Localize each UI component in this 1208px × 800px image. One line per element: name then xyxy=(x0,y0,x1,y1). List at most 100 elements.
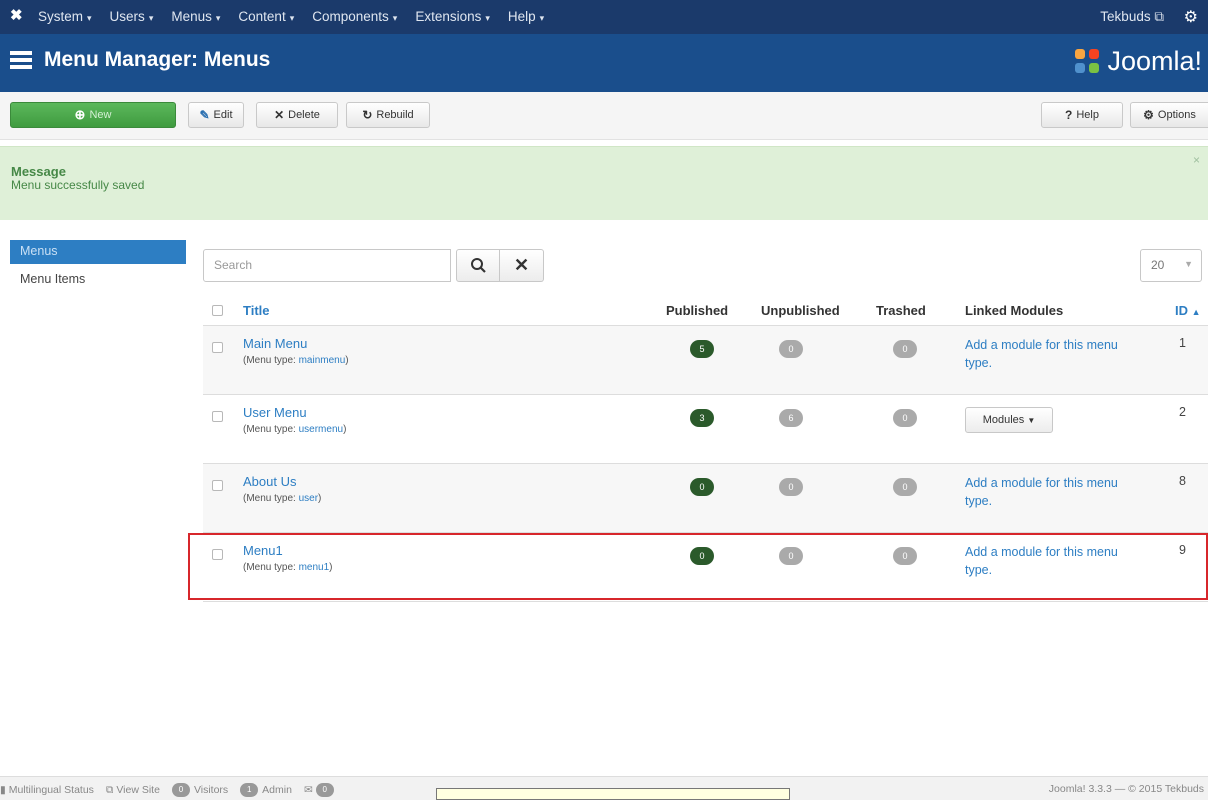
sort-desc-icon: ▲ xyxy=(1191,307,1201,317)
view-site-link[interactable]: ⧉ View Site xyxy=(106,784,160,797)
row-id: 1 xyxy=(1179,336,1186,350)
plus-circle-icon: ⊕ xyxy=(74,107,86,122)
list-icon xyxy=(10,51,32,73)
menu-title-link[interactable]: User Menu xyxy=(243,405,307,420)
published-count-badge[interactable]: 5 xyxy=(690,340,714,358)
menu-content[interactable]: Content ▾ xyxy=(238,9,294,24)
joomla-brand: Joomla! xyxy=(1075,46,1202,77)
row-checkbox[interactable] xyxy=(212,549,223,560)
row-checkbox[interactable] xyxy=(212,342,223,353)
rebuild-button[interactable]: ↻ Rebuild xyxy=(346,102,430,128)
close-icon[interactable]: × xyxy=(1193,153,1200,167)
unpublished-count-badge[interactable]: 0 xyxy=(779,340,803,358)
gear-icon: ⚙ xyxy=(1143,108,1154,122)
sidebar-item-menus[interactable]: Menus xyxy=(10,240,186,264)
unpublished-column-header: Unpublished xyxy=(761,303,840,318)
add-module-link[interactable]: Add a module for this menu type. xyxy=(965,543,1135,579)
published-count-badge[interactable]: 0 xyxy=(690,547,714,565)
menu-type: (Menu type: menu1) xyxy=(243,562,333,573)
trashed-column-header: Trashed xyxy=(876,303,926,318)
caret-down-icon: ▾ xyxy=(87,13,92,23)
delete-button[interactable]: ✕ Delete xyxy=(256,102,338,128)
caret-down-icon: ▾ xyxy=(485,13,490,23)
add-module-link[interactable]: Add a module for this menu type. xyxy=(965,336,1135,372)
tooltip xyxy=(436,788,790,800)
list-limit-select[interactable]: 20 ▼ xyxy=(1140,249,1202,282)
row-id: 8 xyxy=(1179,474,1186,488)
admin-count: 1 Admin xyxy=(240,783,292,797)
status-left: ▮ Multilingual Status ⧉ View Site 0 Visit… xyxy=(0,783,350,797)
flag-icon: ▮ xyxy=(0,784,6,796)
id-column-header[interactable]: ID ▲ xyxy=(1175,303,1201,318)
row-checkbox[interactable] xyxy=(212,411,223,422)
menu-components[interactable]: Components ▾ xyxy=(312,9,397,24)
message-heading: Message xyxy=(11,164,66,179)
close-icon: ✕ xyxy=(513,255,530,275)
question-icon: ? xyxy=(1065,108,1073,122)
page-header: Menu Manager: Menus Joomla! xyxy=(0,34,1208,92)
user-link[interactable]: Tekbuds ⧉ xyxy=(1100,9,1164,25)
menu-type: (Menu type: user) xyxy=(243,493,322,504)
menu-title-link[interactable]: Main Menu xyxy=(243,336,307,351)
caret-down-icon: ▾ xyxy=(539,13,545,23)
published-count-badge[interactable]: 0 xyxy=(690,478,714,496)
page-title: Menu Manager: Menus xyxy=(44,48,271,71)
table-row: Menu1 (Menu type: menu1) 0 0 0 Add a mod… xyxy=(203,533,1208,602)
edit-icon: ✎ xyxy=(199,108,210,122)
joomla-logo-icon[interactable]: ✖ xyxy=(10,8,26,24)
delete-icon: ✕ xyxy=(274,108,285,122)
title-column-header[interactable]: Title xyxy=(243,303,270,318)
table-header: Title Published Unpublished Trashed Link… xyxy=(203,293,1208,326)
row-id: 2 xyxy=(1179,405,1186,419)
add-module-link[interactable]: Add a module for this menu type. xyxy=(965,474,1135,510)
success-message: Message Menu successfully saved × xyxy=(0,146,1208,220)
refresh-icon: ↻ xyxy=(362,108,373,122)
row-id: 9 xyxy=(1179,543,1186,557)
external-link-icon: ⧉ xyxy=(1154,9,1164,24)
sidebar-item-menu-items[interactable]: Menu Items xyxy=(20,272,85,286)
menu-help[interactable]: Help ▾ xyxy=(508,9,544,24)
linked-modules-column-header: Linked Modules xyxy=(965,303,1064,318)
select-all-checkbox[interactable] xyxy=(212,305,223,316)
trashed-count-badge[interactable]: 0 xyxy=(893,409,917,427)
unpublished-count-badge[interactable]: 0 xyxy=(779,478,803,496)
table-row: About Us (Menu type: user) 0 0 0 Add a m… xyxy=(203,464,1208,533)
modules-dropdown-button[interactable]: Modules ▼ xyxy=(965,407,1053,433)
help-button[interactable]: ? Help xyxy=(1041,102,1123,128)
menu-type: (Menu type: usermenu) xyxy=(243,424,347,435)
row-checkbox[interactable] xyxy=(212,480,223,491)
table-row: User Menu (Menu type: usermenu) 3 6 0 Mo… xyxy=(203,395,1208,464)
menu-title-link[interactable]: About Us xyxy=(243,474,296,489)
trashed-count-badge[interactable]: 0 xyxy=(893,547,917,565)
toolbar: ⊕ New ✎ Edit ✕ Delete ↻ Rebuild ? Help ⚙ Optio… xyxy=(0,92,1208,140)
trashed-count-badge[interactable]: 0 xyxy=(893,340,917,358)
new-button[interactable]: ⊕ New xyxy=(10,102,176,128)
trashed-count-badge[interactable]: 0 xyxy=(893,478,917,496)
visitors-count: 0 Visitors xyxy=(171,783,228,797)
clear-button[interactable]: ✕ xyxy=(500,249,544,282)
menu-system[interactable]: System ▾ xyxy=(38,9,92,24)
message-text: Menu successfully saved xyxy=(11,178,145,192)
search-button[interactable] xyxy=(456,249,500,282)
joomla-logo-icon xyxy=(1075,48,1101,75)
options-button[interactable]: ⚙ Options xyxy=(1130,102,1208,128)
edit-button[interactable]: ✎ Edit xyxy=(188,102,244,128)
unpublished-count-badge[interactable]: 6 xyxy=(779,409,803,427)
caret-down-icon: ▾ xyxy=(148,13,154,23)
multilingual-status-link[interactable]: ▮ Multilingual Status xyxy=(0,784,94,796)
table-row: Main Menu (Menu type: mainmenu) 5 0 0 Ad… xyxy=(203,326,1208,395)
caret-down-icon: ▾ xyxy=(392,13,398,23)
menu-extensions[interactable]: Extensions ▾ xyxy=(415,9,490,24)
search-input[interactable]: Search xyxy=(203,249,451,282)
search-icon xyxy=(471,258,486,273)
messages-count[interactable]: ✉ 0 xyxy=(304,783,338,797)
menu-title-link[interactable]: Menu1 xyxy=(243,543,283,558)
unpublished-count-badge[interactable]: 0 xyxy=(779,547,803,565)
caret-down-icon: ▼ xyxy=(1027,416,1036,425)
menu-users[interactable]: Users ▾ xyxy=(110,9,154,24)
gear-icon[interactable]: ⚙ xyxy=(1184,7,1198,27)
published-count-badge[interactable]: 3 xyxy=(690,409,714,427)
menu-menus[interactable]: Menus ▾ xyxy=(171,9,220,24)
chevron-down-icon: ▼ xyxy=(1184,259,1193,269)
envelope-icon: ✉ xyxy=(303,784,313,796)
